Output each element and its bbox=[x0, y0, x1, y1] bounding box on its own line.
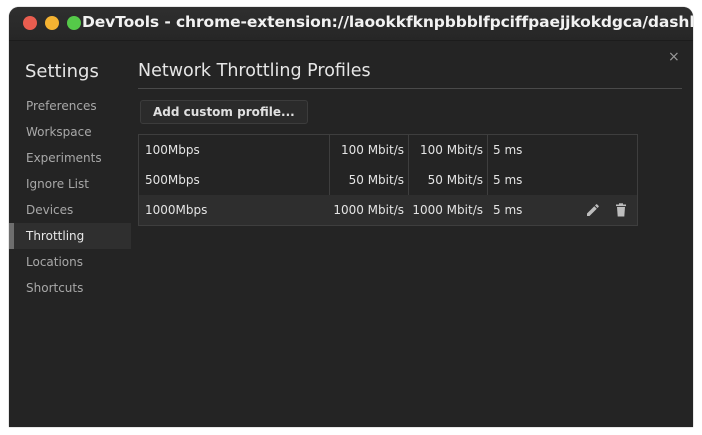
sidebar-item-preferences[interactable]: Preferences bbox=[9, 93, 131, 119]
profile-latency: 5 ms bbox=[493, 173, 523, 187]
window-maximize-button[interactable] bbox=[67, 16, 81, 30]
table-row[interactable]: 500Mbps 50 Mbit/s 50 Mbit/s 5 ms bbox=[139, 165, 637, 195]
sidebar-item-locations[interactable]: Locations bbox=[9, 249, 131, 275]
profile-name: 500Mbps bbox=[145, 173, 200, 187]
panel-title: Network Throttling Profiles bbox=[138, 61, 371, 81]
close-settings-icon[interactable]: × bbox=[668, 49, 680, 65]
title-bar: DevTools - chrome-extension://laookkfknp… bbox=[9, 7, 693, 41]
profile-upload: 100 Mbit/s bbox=[419, 143, 483, 157]
settings-dialog: × Settings Preferences Workspace Experim… bbox=[9, 41, 693, 427]
window-close-button[interactable] bbox=[23, 16, 37, 30]
table-row[interactable]: 100Mbps 100 Mbit/s 100 Mbit/s 5 ms bbox=[139, 135, 637, 165]
sidebar-item-workspace[interactable]: Workspace bbox=[9, 119, 131, 145]
window-minimize-button[interactable] bbox=[45, 16, 59, 30]
add-custom-profile-button[interactable]: Add custom profile... bbox=[140, 100, 308, 124]
sidebar-item-shortcuts[interactable]: Shortcuts bbox=[9, 275, 131, 301]
panel-divider bbox=[138, 88, 682, 89]
table-row[interactable]: 1000Mbps 1000 Mbit/s 1000 Mbit/s 5 ms bbox=[139, 195, 637, 225]
profile-latency: 5 ms bbox=[493, 143, 523, 157]
profile-name: 100Mbps bbox=[145, 143, 200, 157]
profile-upload: 1000 Mbit/s bbox=[412, 203, 483, 217]
sidebar-item-experiments[interactable]: Experiments bbox=[9, 145, 131, 171]
window-title: DevTools - chrome-extension://laookkfknp… bbox=[82, 13, 693, 31]
devtools-window: DevTools - chrome-extension://laookkfknp… bbox=[9, 7, 693, 427]
sidebar-item-devices[interactable]: Devices bbox=[9, 197, 131, 223]
profile-download: 100 Mbit/s bbox=[340, 143, 404, 157]
sidebar-item-ignore-list[interactable]: Ignore List bbox=[9, 171, 131, 197]
profile-upload: 50 Mbit/s bbox=[427, 173, 483, 187]
sidebar-item-throttling[interactable]: Throttling bbox=[9, 223, 131, 249]
profile-name: 1000Mbps bbox=[145, 203, 208, 217]
profile-latency: 5 ms bbox=[493, 203, 523, 217]
profile-download: 1000 Mbit/s bbox=[333, 203, 404, 217]
settings-sidebar: Preferences Workspace Experiments Ignore… bbox=[9, 93, 131, 301]
settings-title: Settings bbox=[25, 61, 99, 82]
throttling-profiles-table: 100Mbps 100 Mbit/s 100 Mbit/s 5 ms 500Mb… bbox=[138, 134, 638, 226]
profile-download: 50 Mbit/s bbox=[348, 173, 404, 187]
pencil-icon[interactable] bbox=[585, 202, 601, 218]
trash-icon[interactable] bbox=[613, 202, 629, 218]
